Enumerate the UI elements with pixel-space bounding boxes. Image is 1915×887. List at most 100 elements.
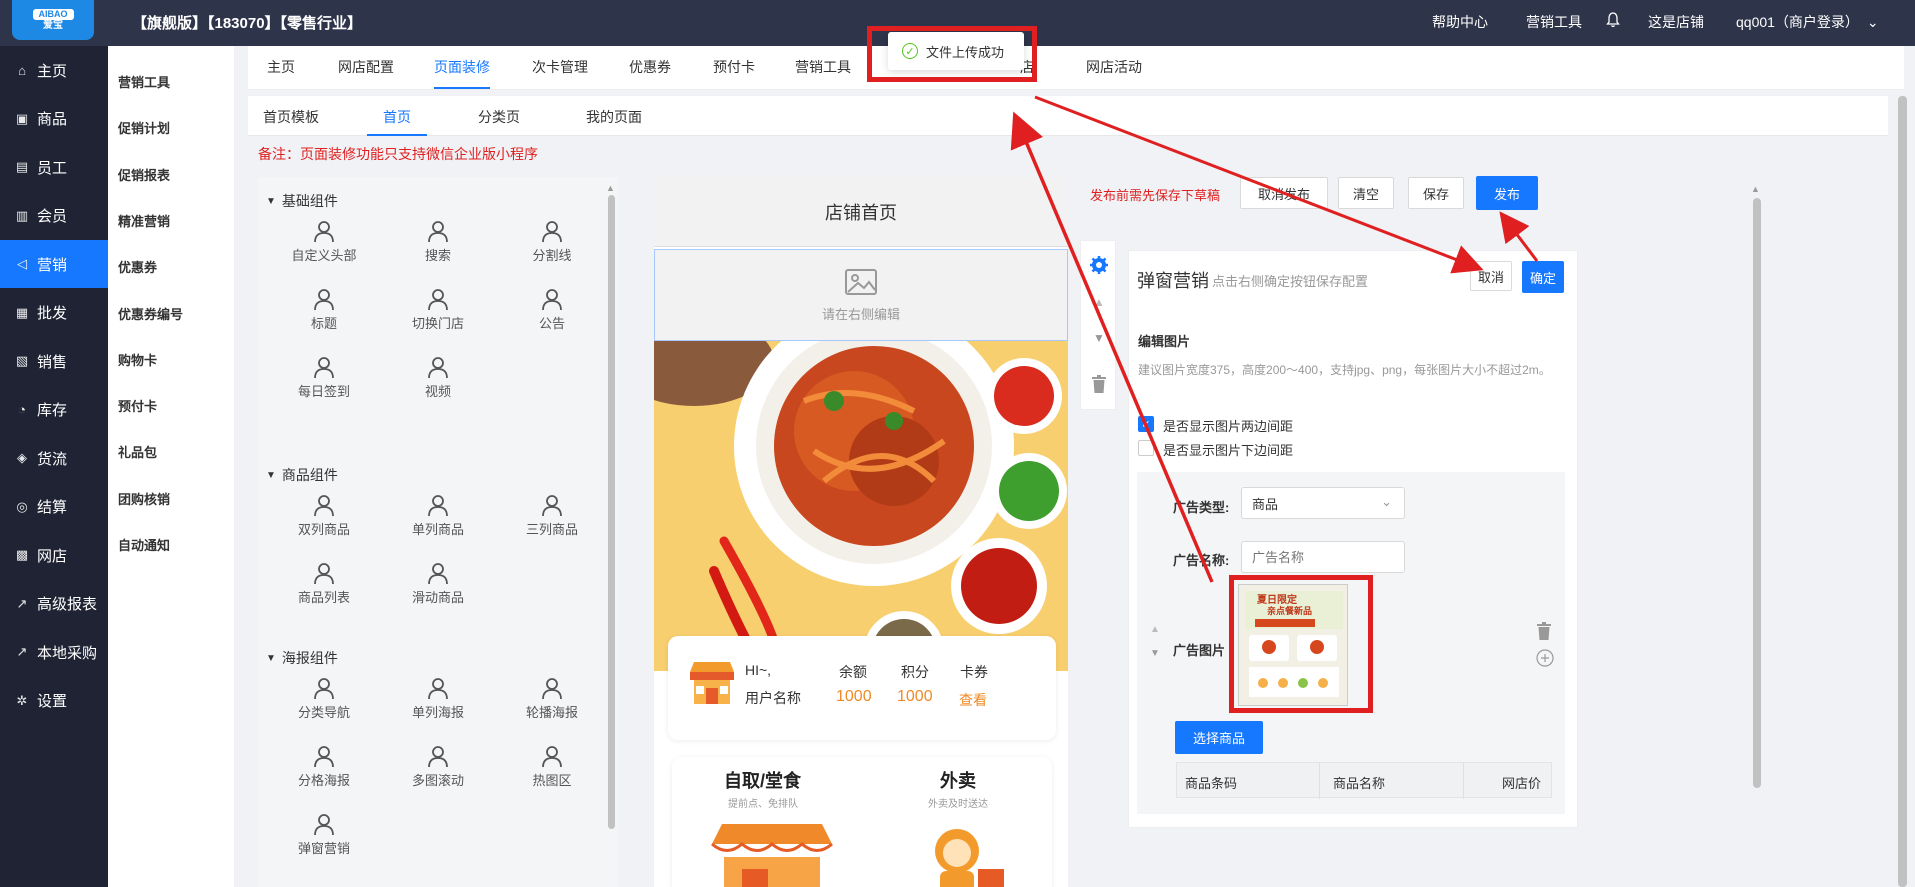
submenu-item[interactable]: 促销报表	[118, 165, 170, 184]
scroll-up-arrow-icon[interactable]: ▲	[1751, 184, 1760, 194]
show-side-margin-checkbox[interactable]: ✓	[1138, 416, 1154, 432]
component-item[interactable]: 分类导航	[279, 678, 369, 721]
sidebar-item[interactable]: ▧ 销售	[0, 337, 108, 385]
balance-value: 1000	[836, 688, 872, 705]
delete-trash-icon[interactable]	[1537, 622, 1551, 640]
submenu-item[interactable]: 礼品包	[118, 442, 157, 461]
page-tab[interactable]: 页面装修	[434, 57, 490, 77]
page-tab[interactable]: 预付卡	[713, 57, 755, 77]
sub-tab[interactable]: 首页	[383, 107, 411, 127]
food-banner-image[interactable]	[654, 341, 1068, 671]
submenu-item[interactable]: 自动通知	[118, 535, 170, 554]
component-item[interactable]: 切换门店	[393, 289, 483, 332]
move-up-icon[interactable]: ▲	[1093, 295, 1105, 309]
delete-trash-icon[interactable]	[1092, 375, 1106, 393]
component-item[interactable]: 轮播海报	[507, 678, 597, 721]
sidebar-item[interactable]: ↗ 高级报表	[0, 580, 108, 628]
move-down-icon[interactable]: ▼	[1093, 331, 1105, 345]
cancel-publish-button[interactable]: 取消发布	[1240, 177, 1328, 209]
bell-icon[interactable]	[1606, 12, 1620, 28]
component-item[interactable]: 分格海报	[279, 746, 369, 789]
brand-logo[interactable]: AIBAO 爱宝	[12, 0, 94, 40]
component-item[interactable]: 热图区	[507, 746, 597, 789]
submenu-item[interactable]: 优惠券编号	[118, 304, 183, 323]
component-item[interactable]: 分割线	[507, 221, 597, 264]
component-item[interactable]: 商品列表	[279, 563, 369, 606]
sidebar-item[interactable]: ▦ 批发	[0, 289, 108, 337]
sidebar-item[interactable]: ◈ 货流	[0, 434, 108, 482]
page-tab[interactable]: 网店配置	[338, 57, 394, 77]
component-group-title[interactable]: ▼ 海报组件	[266, 648, 338, 668]
sidebar-item[interactable]: ▣ 商品	[0, 95, 108, 143]
submenu-item[interactable]: 购物卡	[118, 350, 157, 369]
page-tab[interactable]: 次卡管理	[532, 57, 588, 77]
scroll-up-arrow-icon[interactable]: ▲	[606, 183, 615, 193]
member-info-card[interactable]: HI~, 用户名称 余额 1000 积分 1000 卡券 查看	[668, 636, 1056, 740]
sidebar-item[interactable]: ◎ 结算	[0, 483, 108, 531]
component-item[interactable]: 视频	[393, 357, 483, 400]
window-scrollbar[interactable]	[1898, 96, 1907, 887]
page-tab[interactable]: 主页	[267, 57, 295, 77]
sidebar-item[interactable]: ⌂ 主页	[0, 46, 108, 94]
ad-name-input[interactable]	[1241, 541, 1405, 573]
order-mode-card[interactable]: 自取/堂食 提前点、免排队 外卖 外卖及时送达	[672, 757, 1052, 887]
sidebar-item-label: 结算	[37, 499, 68, 516]
sidebar-item[interactable]: ▥ 会员	[0, 192, 108, 240]
editor-confirm-button[interactable]: 确定	[1522, 261, 1564, 293]
select-goods-button[interactable]: 选择商品	[1175, 721, 1263, 754]
col-divider	[1319, 763, 1320, 799]
component-group-title[interactable]: ▼ 商品组件	[266, 465, 338, 485]
component-item[interactable]: 弹窗营销	[279, 814, 369, 857]
coupons-view-link[interactable]: 查看	[959, 690, 987, 710]
component-item[interactable]: 搜索	[393, 221, 483, 264]
sidebar-item[interactable]: ↗ 本地采购	[0, 628, 108, 676]
component-item[interactable]: 标题	[279, 289, 369, 332]
marketing-tools-link[interactable]: 营销工具	[1526, 12, 1582, 32]
component-item[interactable]: 三列商品	[507, 495, 597, 538]
submenu-item[interactable]: 精准营销	[118, 211, 170, 230]
component-group-title[interactable]: ▼ 基础组件	[266, 191, 338, 211]
component-item[interactable]: 单列商品	[393, 495, 483, 538]
component-item[interactable]: 单列海报	[393, 678, 483, 721]
image-placeholder-slot[interactable]: 请在右侧编辑	[654, 249, 1068, 341]
submenu-item[interactable]: 营销工具	[118, 72, 170, 91]
sidebar-item[interactable]: ◁ 营销	[0, 240, 108, 288]
publish-button[interactable]: 发布	[1476, 176, 1538, 210]
component-item[interactable]: 双列商品	[279, 495, 369, 538]
store-name-link[interactable]: 这是店铺	[1648, 12, 1704, 32]
page-tab[interactable]: 优惠券	[629, 57, 671, 77]
submenu-item[interactable]: 预付卡	[118, 396, 157, 415]
sidebar-item[interactable]: ✲ 设置	[0, 677, 108, 725]
component-item[interactable]: 公告	[507, 289, 597, 332]
component-item[interactable]: 每日签到	[279, 357, 369, 400]
clear-button[interactable]: 清空	[1338, 177, 1394, 209]
editor-scrollbar[interactable]	[1753, 198, 1761, 788]
add-plus-icon[interactable]	[1536, 649, 1554, 667]
page-tab[interactable]: 网店活动	[1086, 57, 1142, 77]
ad-image-label: 广告图片	[1173, 643, 1226, 658]
sub-tab[interactable]: 分类页	[478, 107, 520, 127]
sidebar-item[interactable]: ▩ 网店	[0, 531, 108, 579]
ad-type-select[interactable]: 商品 ⌄	[1241, 487, 1405, 519]
save-button[interactable]: 保存	[1408, 177, 1464, 209]
user-menu[interactable]: qq001（商户登录） ⌄	[1736, 12, 1879, 32]
sub-tab[interactable]: 我的页面	[586, 107, 642, 127]
component-item[interactable]: 多图滚动	[393, 746, 483, 789]
component-item[interactable]: 滑动商品	[393, 563, 483, 606]
sidebar-item[interactable]: ◔ 库存	[0, 386, 108, 434]
move-down-icon[interactable]: ▼	[1150, 648, 1160, 659]
editor-cancel-button[interactable]: 取消	[1470, 261, 1512, 291]
move-up-icon[interactable]: ▲	[1150, 624, 1160, 635]
show-bottom-margin-checkbox[interactable]	[1138, 440, 1154, 456]
help-center-link[interactable]: 帮助中心	[1432, 12, 1488, 32]
settings-gear-icon[interactable]	[1089, 255, 1109, 275]
submenu-item[interactable]: 团购核销	[118, 489, 170, 508]
sub-tab[interactable]: 首页模板	[263, 107, 319, 127]
component-item[interactable]: 自定义头部	[279, 221, 369, 264]
preview-page-title[interactable]: 店铺首页	[654, 177, 1068, 247]
submenu-item[interactable]: 促销计划	[118, 118, 170, 137]
page-tab[interactable]: 营销工具	[795, 57, 851, 77]
component-panel-scrollbar[interactable]	[608, 195, 615, 829]
submenu-item[interactable]: 优惠券	[118, 257, 157, 276]
sidebar-item[interactable]: ▤ 员工	[0, 143, 108, 191]
